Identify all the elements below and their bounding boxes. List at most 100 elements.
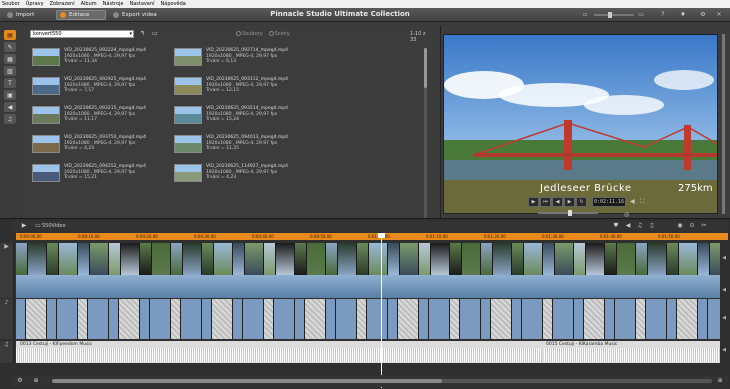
- tab-import[interactable]: Import: [4, 10, 52, 20]
- track-clip[interactable]: [481, 299, 491, 339]
- track-clip[interactable]: [615, 299, 636, 339]
- settings-icon[interactable]: ⚙: [700, 12, 706, 18]
- timeline-scrollbar[interactable]: [52, 379, 442, 383]
- track-clip[interactable]: [419, 299, 429, 339]
- track-clip[interactable]: [636, 299, 646, 339]
- tab-export[interactable]: Export videa: [110, 10, 165, 20]
- playhead[interactable]: [378, 233, 385, 388]
- track-clip[interactable]: [708, 299, 720, 339]
- track-clip[interactable]: [47, 299, 57, 339]
- timecode-display[interactable]: 0:02:11.16: [592, 197, 626, 207]
- track-clip[interactable]: [367, 299, 388, 339]
- volume-icon[interactable]: ◀: [720, 255, 728, 261]
- library-clip[interactable]: VID_20230625_114927_mpeg4.mp4 1920x1080 ,…: [174, 164, 304, 186]
- library-clip[interactable]: VID_20230625_094252_mpeg4.mp4 1920x1080 ,…: [32, 164, 162, 186]
- track-clip[interactable]: [78, 299, 88, 339]
- track-clip[interactable]: [264, 299, 274, 339]
- track-clip[interactable]: [491, 299, 512, 339]
- folder-up-icon[interactable]: ↰: [140, 30, 148, 38]
- folder-icon[interactable]: ▭: [34, 222, 42, 230]
- track-clip[interactable]: [398, 299, 419, 339]
- music-icon[interactable]: ♫: [636, 222, 644, 230]
- track-clip[interactable]: [140, 299, 150, 339]
- zoom-in-icon[interactable]: ⊕: [716, 377, 724, 385]
- folder-select[interactable]: konvert550 ▾: [30, 30, 134, 38]
- zoom-icon[interactable]: ⊕: [32, 377, 40, 385]
- media-folder-icon[interactable]: ▤: [4, 30, 16, 40]
- track-clip[interactable]: [243, 299, 264, 339]
- track-clip[interactable]: [202, 299, 212, 339]
- library-clip[interactable]: VID_20230625_093750_mpeg4.mp4 1920x1080 ,…: [32, 135, 162, 157]
- loop-icon[interactable]: ↻: [576, 197, 587, 207]
- library-clip[interactable]: VID_20230625_093112_mpeg4.mp4 1920x1080 ,…: [174, 77, 304, 99]
- edit-tools-icon[interactable]: ✎: [4, 42, 16, 52]
- library-clip[interactable]: VID_20230625_093215_mpeg4.mp4 1920x1080 ,…: [32, 106, 162, 128]
- disc-menu-icon[interactable]: ▣: [4, 90, 16, 100]
- track-clip[interactable]: [57, 299, 78, 339]
- audio-mute-icon[interactable]: ◀: [630, 197, 638, 207]
- track-clip[interactable]: [584, 299, 605, 339]
- track-clip[interactable]: [646, 299, 667, 339]
- volume-icon[interactable]: ◀: [720, 287, 728, 293]
- menu-nastroje[interactable]: Nástroje: [103, 1, 124, 7]
- track-clip[interactable]: [543, 299, 553, 339]
- snap-icon[interactable]: ⊙: [688, 222, 696, 230]
- tip-icon[interactable]: ♦: [680, 12, 686, 18]
- step-back-icon[interactable]: ◀: [552, 197, 563, 207]
- track-clip[interactable]: [667, 299, 677, 339]
- track-clip[interactable]: [460, 299, 481, 339]
- track-clip[interactable]: [326, 299, 336, 339]
- video-track[interactable]: [16, 243, 720, 298]
- menu-album[interactable]: Album: [81, 1, 97, 7]
- option-sceny[interactable]: Scény: [268, 31, 290, 37]
- track-clip[interactable]: [522, 299, 543, 339]
- audio-icon[interactable]: ◉: [676, 222, 684, 230]
- delete-icon[interactable]: ▯: [648, 222, 656, 230]
- track-clip[interactable]: [212, 299, 233, 339]
- camera-icon[interactable]: ▶: [20, 222, 28, 230]
- track-clip[interactable]: [336, 299, 357, 339]
- track-clip[interactable]: [233, 299, 243, 339]
- track-clip[interactable]: [295, 299, 305, 339]
- heart-icon[interactable]: ♥: [612, 222, 620, 230]
- sound-icon[interactable]: ◀: [4, 102, 16, 112]
- zoom-out-icon[interactable]: ▫: [582, 12, 588, 18]
- library-clip[interactable]: VID_20230625_093514_mpeg4.mp4 1920x1080 ,…: [174, 106, 304, 128]
- library-scrollbar[interactable]: [424, 48, 427, 218]
- zoom-slider[interactable]: [594, 12, 634, 18]
- track-clip[interactable]: [574, 299, 584, 339]
- skip-start-icon[interactable]: ⏮: [540, 197, 551, 207]
- track-clip[interactable]: [26, 299, 47, 339]
- menu-zobrazeni[interactable]: Zobrazení: [50, 1, 75, 7]
- track-clip[interactable]: [274, 299, 295, 339]
- music-track[interactable]: 0013 Cestuji - KlFpeedom Music 0015 Cest…: [16, 341, 720, 363]
- scrub-slider[interactable]: [538, 210, 598, 216]
- scissors-icon[interactable]: ✂: [700, 222, 708, 230]
- track-clip[interactable]: [171, 299, 181, 339]
- overlay-track[interactable]: [16, 299, 720, 339]
- menu-napoveda[interactable]: Nápověda: [161, 1, 186, 7]
- track-clip[interactable]: [119, 299, 140, 339]
- volume-icon[interactable]: ◀: [720, 347, 728, 353]
- zoom-in-icon[interactable]: ▭: [638, 12, 644, 18]
- track-clip[interactable]: [88, 299, 109, 339]
- library-clip[interactable]: VID_20230625_092925_mpeg4.mp4 1920x1080 ,…: [32, 77, 162, 99]
- tab-editace[interactable]: Editace: [56, 10, 106, 20]
- add-marker-icon[interactable]: ◀: [624, 222, 632, 230]
- menu-nastaveni[interactable]: Nastavení: [130, 1, 155, 7]
- track-clip[interactable]: [698, 299, 708, 339]
- track-clip[interactable]: [429, 299, 450, 339]
- track-clip[interactable]: [16, 299, 26, 339]
- preview-scrollbar[interactable]: [722, 34, 725, 214]
- track-clip[interactable]: [605, 299, 615, 339]
- help-icon[interactable]: ?: [660, 12, 666, 18]
- library-clip[interactable]: VID_20230625_092224_mpeg4.mp4 1920x1080 ,…: [32, 48, 162, 70]
- track-clip[interactable]: [388, 299, 398, 339]
- track-clip[interactable]: [450, 299, 460, 339]
- step-forward-icon[interactable]: ▶: [564, 197, 575, 207]
- fullscreen-icon[interactable]: ⛶: [640, 197, 648, 207]
- menu-soubor[interactable]: Soubor: [2, 1, 20, 7]
- menu-upravy[interactable]: Úpravy: [26, 1, 44, 7]
- track-clip[interactable]: [181, 299, 202, 339]
- play-icon[interactable]: ▶: [528, 197, 539, 207]
